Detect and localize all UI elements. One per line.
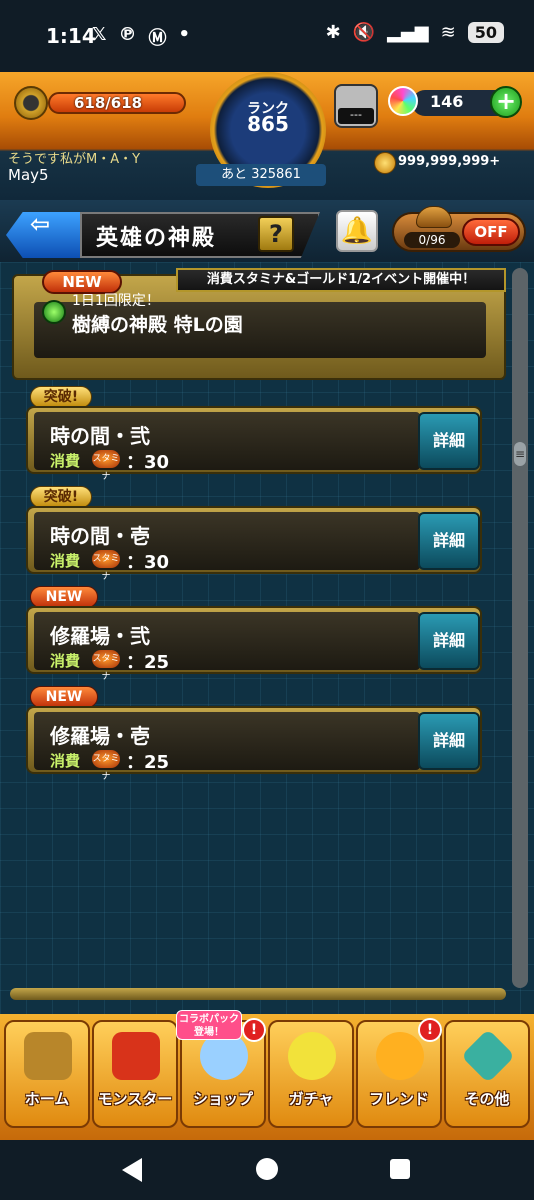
- bell-icon[interactable]: 🔔: [336, 210, 378, 252]
- bluetooth-icon: ✱: [325, 22, 341, 43]
- collab-pack-tag: コラボパック 登場！: [176, 1010, 242, 1040]
- notification-icons: 𝕏 ℗ Ⓜ •: [92, 24, 190, 50]
- bottom-tab-bar: ホーム モンスター ショップ ! ガチャ フレンド ! その他 コラボパック 登…: [0, 1010, 534, 1140]
- game-header: 618/618 ランク 865 あと 325861 --- 146 + そうです…: [0, 72, 534, 200]
- dot-icon: •: [178, 24, 191, 45]
- event-banner: 消費スタミナ&ゴールド1/2イベント開催中！: [176, 268, 506, 292]
- mute-icon: 🔇: [352, 22, 376, 43]
- nav-recents-icon[interactable]: [390, 1159, 410, 1179]
- system-nav-bar: [0, 1140, 534, 1200]
- system-icons: ✱ 🔇 ▂▄▆ ≋ 50: [326, 22, 504, 43]
- pinterest-icon: ℗: [118, 24, 137, 45]
- home-icon: [24, 1032, 72, 1080]
- tab-monster[interactable]: モンスター: [92, 1020, 178, 1128]
- tab-label: ホーム: [24, 1090, 70, 1108]
- rank-value: 865: [247, 112, 289, 136]
- featured-quest-sub: 1日1回限定！: [72, 293, 160, 309]
- status-bar: 1:14 𝕏 ℗ Ⓜ • ✱ 🔇 ▂▄▆ ≋ 50: [0, 0, 534, 72]
- new-tag: NEW: [30, 586, 98, 608]
- notification-badge: !: [242, 1018, 266, 1042]
- detail-button[interactable]: 詳細: [418, 412, 480, 470]
- breach-tag: 突破!: [30, 386, 92, 408]
- stamina-mini-icon: スタミナ: [92, 750, 120, 782]
- tab-other[interactable]: その他: [444, 1020, 530, 1128]
- tab-label: フレンド: [368, 1090, 429, 1108]
- cost-label: 消費: [50, 652, 81, 670]
- quest-row[interactable]: 時の間・壱 消費 スタミナ ：30 詳細: [26, 506, 482, 582]
- featured-quest-title: 樹縛の神殿 特Lの園: [72, 314, 243, 336]
- breach-tag: 突破!: [30, 486, 92, 508]
- buy-orb-button[interactable]: +: [490, 86, 522, 118]
- coin-icon: [374, 152, 396, 174]
- status-time: 1:14: [46, 24, 96, 48]
- battery-indicator: 50: [467, 22, 504, 43]
- quest-name: 時の間・弐: [50, 424, 150, 448]
- tab-label: その他: [464, 1090, 510, 1108]
- tab-gacha[interactable]: ガチャ: [268, 1020, 354, 1128]
- title-bar: ⇦ 英雄の神殿 ? 🔔 0/96 OFF: [0, 200, 534, 262]
- wifi-icon: ≋: [440, 22, 456, 43]
- friend-icon: [376, 1032, 424, 1080]
- scrollbar[interactable]: [512, 268, 528, 988]
- coin-count: 999,999,999+: [398, 154, 501, 169]
- tab-friend[interactable]: フレンド !: [356, 1018, 442, 1128]
- quest-cost: ：25: [126, 752, 170, 773]
- auto-count: 0/96: [404, 232, 460, 248]
- cost-label: 消費: [50, 452, 81, 470]
- stamina-icon: [14, 86, 48, 120]
- scroll-thumb[interactable]: ≡: [514, 442, 526, 466]
- stamina-value: 618/618: [74, 94, 143, 112]
- quest-name: 修羅場・弐: [50, 624, 150, 648]
- detail-button[interactable]: 詳細: [418, 512, 480, 570]
- quest-name: 時の間・壱: [50, 524, 150, 548]
- tab-label: モンスター: [97, 1090, 173, 1108]
- tab-home[interactable]: ホーム: [4, 1020, 90, 1128]
- cost-label: 消費: [50, 552, 81, 570]
- quest-cost: ：30: [126, 452, 170, 473]
- quest-row-inner: 修羅場・壱 消費 スタミナ ：25: [34, 712, 420, 782]
- cost-label: 消費: [50, 752, 81, 770]
- other-icon: [460, 1028, 516, 1084]
- quest-row[interactable]: 修羅場・弐 消費 スタミナ ：25 詳細: [26, 606, 482, 682]
- orb-count: 146: [430, 92, 464, 111]
- tab-label: ショップ: [192, 1090, 253, 1108]
- signal-icon: ▂▄▆: [387, 22, 429, 43]
- stamina-mini-icon: スタミナ: [92, 650, 120, 682]
- quest-row-inner: 時の間・弐 消費 スタミナ ：30: [34, 412, 420, 482]
- wood-element-icon: [42, 300, 66, 324]
- user-name: May5: [8, 166, 49, 184]
- stamina-mini-icon: スタミナ: [92, 450, 120, 482]
- speaker-label: ---: [338, 108, 374, 124]
- quest-row[interactable]: 修羅場・壱 消費 スタミナ ：25 詳細: [26, 706, 482, 782]
- quest-row-inner: 修羅場・弐 消費 スタミナ ：25: [34, 612, 420, 682]
- nav-home-icon[interactable]: [256, 1158, 278, 1180]
- detail-button[interactable]: 詳細: [418, 712, 480, 770]
- monster-icon: [112, 1032, 160, 1080]
- quest-row[interactable]: 時の間・弐 消費 スタミナ ：30 詳細: [26, 406, 482, 482]
- off-toggle-button[interactable]: OFF: [462, 218, 520, 246]
- tab-label: ガチャ: [288, 1090, 334, 1108]
- stamina-mini-icon: スタミナ: [92, 550, 120, 582]
- bowl-icon: [416, 206, 452, 228]
- detail-button[interactable]: 詳細: [418, 612, 480, 670]
- quest-row-inner: 時の間・壱 消費 スタミナ ：30: [34, 512, 420, 582]
- notification-badge: !: [418, 1018, 442, 1042]
- back-arrow-icon: ⇦: [30, 210, 51, 238]
- help-button[interactable]: ?: [258, 216, 294, 252]
- quest-list-panel: 消費スタミナ&ゴールド1/2イベント開催中！ NEW 1日1回限定！ 樹縛の神殿…: [0, 262, 534, 1014]
- x-app-icon: 𝕏: [92, 24, 107, 45]
- user-title: そうです私がM・A・Y: [8, 152, 141, 167]
- gacha-egg-icon: [288, 1032, 336, 1080]
- next-rank-exp: あと 325861: [196, 164, 326, 186]
- nav-back-icon[interactable]: [122, 1158, 142, 1182]
- panel-bottom-edge: [10, 988, 506, 1000]
- m-app-icon: Ⓜ: [148, 28, 167, 49]
- quest-cost: ：25: [126, 652, 170, 673]
- new-tag: NEW: [30, 686, 98, 708]
- quest-name: 修羅場・壱: [50, 724, 150, 748]
- quest-cost: ：30: [126, 552, 170, 573]
- page-title: 英雄の神殿: [96, 226, 217, 251]
- orb-icon: [388, 86, 418, 116]
